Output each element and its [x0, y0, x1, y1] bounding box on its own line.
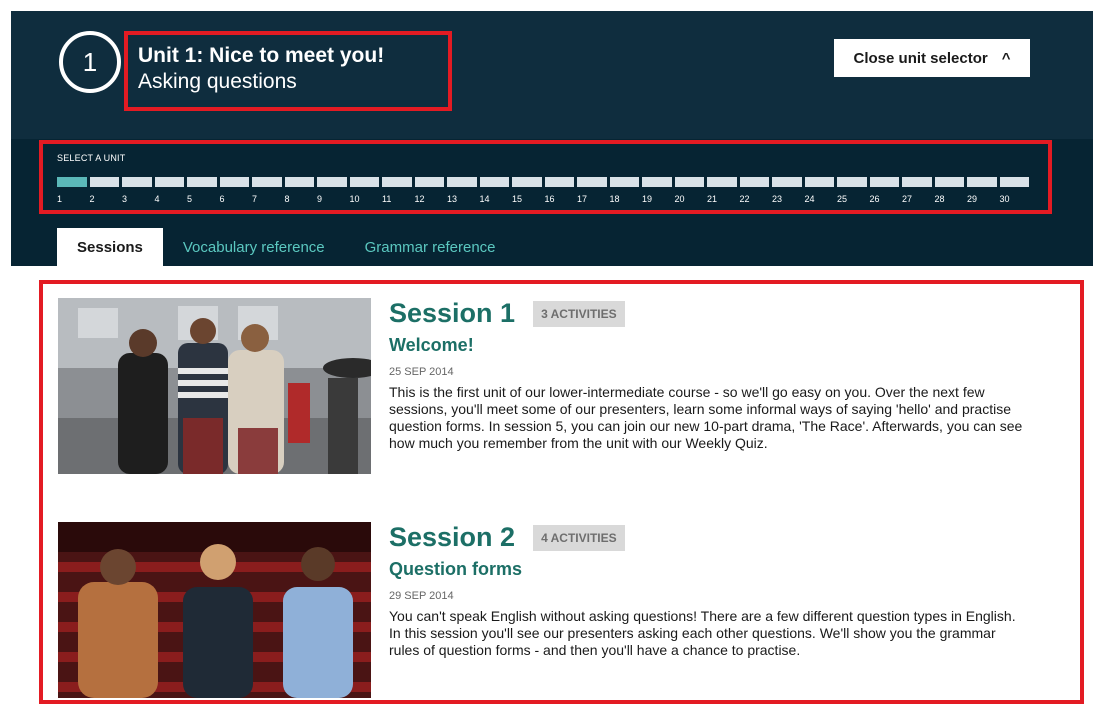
unit-number-label[interactable]: 1: [57, 194, 87, 204]
unit-number-label[interactable]: 30: [1000, 194, 1030, 204]
sessions-list: Session 1 3 ACTIVITIES Welcome! 25 SEP 2…: [39, 280, 1084, 704]
unit-segment[interactable]: [479, 177, 509, 187]
unit-segment[interactable]: [57, 177, 87, 187]
unit-segment[interactable]: [804, 177, 834, 187]
unit-number-label[interactable]: 3: [122, 194, 152, 204]
session-date: 25 SEP 2014: [389, 366, 454, 378]
unit-segment[interactable]: [609, 177, 639, 187]
unit-segment[interactable]: [252, 177, 282, 187]
unit-segment[interactable]: [382, 177, 412, 187]
unit-segment[interactable]: [739, 177, 769, 187]
unit-segment[interactable]: [544, 177, 574, 187]
session-heading: Session 1 3 ACTIVITIES: [389, 298, 1029, 329]
session-title[interactable]: Session 2: [389, 522, 515, 553]
unit-segment[interactable]: [772, 177, 802, 187]
unit-number-label[interactable]: 28: [935, 194, 965, 204]
unit-number-label[interactable]: 22: [740, 194, 770, 204]
unit-segment[interactable]: [642, 177, 672, 187]
session-thumbnail[interactable]: [58, 298, 371, 474]
unit-segment[interactable]: [707, 177, 737, 187]
unit-number-label[interactable]: 6: [220, 194, 250, 204]
unit-segment[interactable]: [837, 177, 867, 187]
unit-segment[interactable]: [577, 177, 607, 187]
unit-number-label[interactable]: 4: [155, 194, 185, 204]
unit-number-row: 1 2 3 4 5 6 7 8 9 10 11 12 13 14 15 16 17 18 19 20 21 22 23 24 2…: [57, 194, 1029, 204]
close-unit-selector-button[interactable]: Close unit selector ^: [834, 39, 1030, 77]
unit-segment[interactable]: [154, 177, 184, 187]
session-title[interactable]: Session 1: [389, 298, 515, 329]
unit-segment[interactable]: [999, 177, 1029, 187]
tab-vocabulary-reference[interactable]: Vocabulary reference: [163, 228, 345, 266]
unit-number-label[interactable]: 10: [350, 194, 380, 204]
unit-number-label[interactable]: 24: [805, 194, 835, 204]
unit-title: Unit 1: Nice to meet you!: [138, 44, 385, 67]
unit-segment[interactable]: [284, 177, 314, 187]
unit-segment[interactable]: [934, 177, 964, 187]
unit-number-label[interactable]: 27: [902, 194, 932, 204]
unit-segment[interactable]: [122, 177, 152, 187]
unit-header: 1 Unit 1: Nice to meet you! Asking quest…: [11, 11, 1093, 139]
session-info: Session 2 4 ACTIVITIES Question forms 29…: [389, 522, 1029, 659]
session-description: This is the first unit of our lower-inte…: [389, 384, 1023, 451]
unit-number-label[interactable]: 12: [415, 194, 445, 204]
unit-segment[interactable]: [512, 177, 542, 187]
unit-number-label[interactable]: 19: [642, 194, 672, 204]
select-unit-label: SELECT A UNIT: [57, 153, 126, 163]
unit-number-label[interactable]: 9: [317, 194, 347, 204]
unit-number-label[interactable]: 13: [447, 194, 477, 204]
session-info: Session 1 3 ACTIVITIES Welcome! 25 SEP 2…: [389, 298, 1029, 452]
unit-number-label[interactable]: 7: [252, 194, 282, 204]
unit-segment-bar: [57, 177, 1029, 187]
unit-title-box: Unit 1: Nice to meet you! Asking questio…: [124, 31, 452, 111]
unit-number-label[interactable]: 14: [480, 194, 510, 204]
unit-number-label[interactable]: 21: [707, 194, 737, 204]
unit-number-label[interactable]: 26: [870, 194, 900, 204]
unit-number-label[interactable]: 20: [675, 194, 705, 204]
unit-number-label[interactable]: 8: [285, 194, 315, 204]
unit-number-label[interactable]: 2: [90, 194, 120, 204]
unit-segment[interactable]: [674, 177, 704, 187]
chevron-up-icon: ^: [1001, 49, 1011, 67]
session-subtitle[interactable]: Question forms: [389, 559, 1029, 580]
unit-number-label[interactable]: 5: [187, 194, 217, 204]
session-heading: Session 2 4 ACTIVITIES: [389, 522, 1029, 553]
unit-number-label[interactable]: 11: [382, 194, 412, 204]
unit-segment[interactable]: [869, 177, 899, 187]
unit-segment[interactable]: [317, 177, 347, 187]
unit-number-label[interactable]: 18: [610, 194, 640, 204]
unit-number-label[interactable]: 25: [837, 194, 867, 204]
session-date: 29 SEP 2014: [389, 590, 454, 602]
tab-bar: Sessions Vocabulary reference Grammar re…: [57, 228, 516, 266]
close-unit-selector-label: Close unit selector: [853, 49, 988, 67]
unit-number-label[interactable]: 23: [772, 194, 802, 204]
session-thumbnail[interactable]: [58, 522, 371, 698]
unit-number-label[interactable]: 29: [967, 194, 997, 204]
unit-segment[interactable]: [967, 177, 997, 187]
activities-badge: 3 ACTIVITIES: [533, 300, 625, 327]
session-subtitle[interactable]: Welcome!: [389, 335, 1029, 356]
unit-segment[interactable]: [187, 177, 217, 187]
unit-segment[interactable]: [414, 177, 444, 187]
unit-segment[interactable]: [89, 177, 119, 187]
unit-segment[interactable]: [902, 177, 932, 187]
tab-grammar-reference[interactable]: Grammar reference: [345, 228, 516, 266]
unit-segment[interactable]: [447, 177, 477, 187]
unit-number-label[interactable]: 17: [577, 194, 607, 204]
unit-number-label[interactable]: 16: [545, 194, 575, 204]
unit-subtitle: Asking questions: [138, 70, 297, 93]
unit-selector: SELECT A UNIT 1 2 3 4 5 6 7 8 9 10 11 12 13 14 15 16 17 1…: [39, 140, 1052, 214]
unit-segment[interactable]: [349, 177, 379, 187]
tab-sessions[interactable]: Sessions: [57, 228, 163, 266]
unit-number-label[interactable]: 15: [512, 194, 542, 204]
unit-segment[interactable]: [219, 177, 249, 187]
session-description: You can't speak English without asking q…: [389, 608, 1016, 658]
unit-number-circle: 1: [59, 31, 121, 93]
activities-badge: 4 ACTIVITIES: [533, 524, 625, 551]
